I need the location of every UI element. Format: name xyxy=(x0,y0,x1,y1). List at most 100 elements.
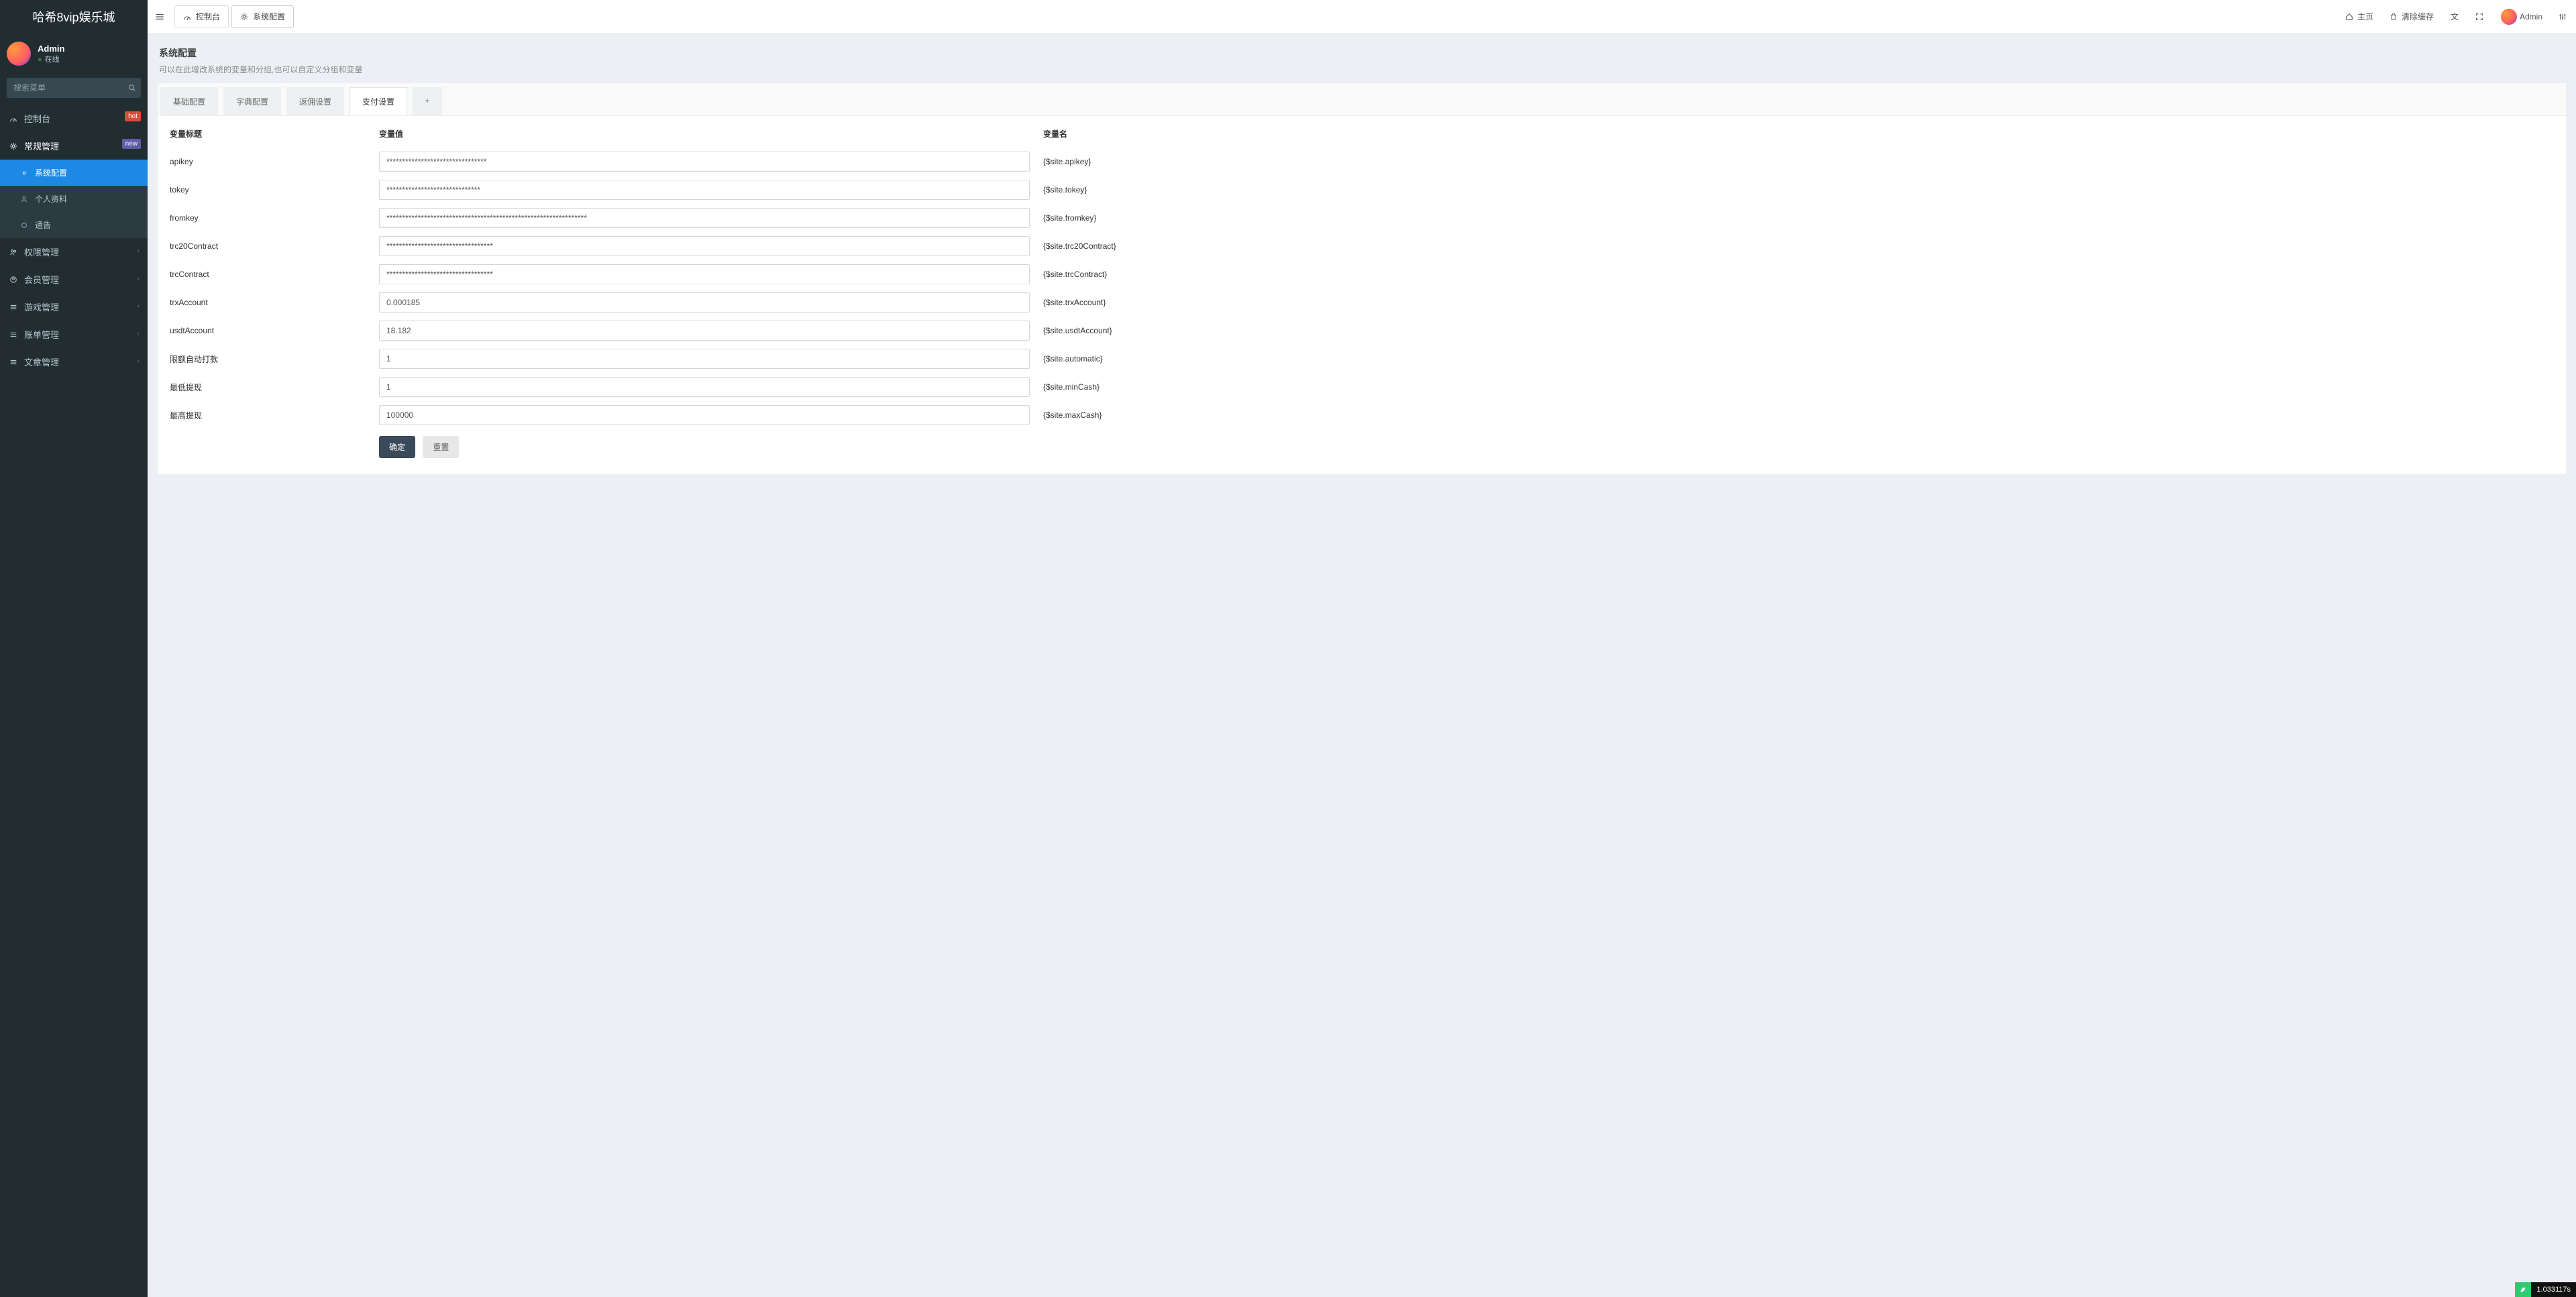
circle-icon xyxy=(20,221,30,229)
row-varname: {$site.trcContract} xyxy=(1036,270,2566,279)
sidebar-user-name: Admin xyxy=(38,44,64,54)
row-value-input[interactable] xyxy=(379,321,1030,341)
row-value-input[interactable] xyxy=(379,236,1030,256)
search-input[interactable] xyxy=(7,78,124,98)
headtab-console[interactable]: 控制台 xyxy=(174,5,229,28)
row-label: apikey xyxy=(158,157,379,166)
list-icon xyxy=(9,303,19,311)
row-value-input[interactable] xyxy=(379,152,1030,172)
sidebar-submenu-general: 系统配置 个人资料 通告 xyxy=(0,160,148,238)
row-label: 最高提现 xyxy=(158,410,379,421)
perf-badge[interactable]: 1.033117s xyxy=(2515,1282,2576,1297)
user-circle-icon xyxy=(9,276,19,284)
content: 系统配置 可以在此增改系统的变量和分组,也可以自定义分组和变量 基础配置 字典配… xyxy=(148,0,2576,1297)
row-value-input[interactable] xyxy=(379,264,1030,284)
bars-icon xyxy=(156,13,165,21)
row-varname: {$site.fromkey} xyxy=(1036,213,2566,223)
sidebar-item-label: 游戏管理 xyxy=(24,300,59,313)
sidebar-menu: 控制台 hot 常规管理 new 系统配置 xyxy=(0,105,148,376)
row-value-input[interactable] xyxy=(379,292,1030,313)
row-value-input[interactable] xyxy=(379,349,1030,369)
row-varname: {$site.trxAccount} xyxy=(1036,298,2566,307)
nav-home[interactable]: 主页 xyxy=(2337,0,2381,34)
sidebar-toggle[interactable] xyxy=(148,0,173,34)
row-varname: {$site.apikey} xyxy=(1036,157,2566,166)
table-row: 最低提现 {$site.minCash} xyxy=(158,373,2566,401)
nav-left: 控制台 系统配置 xyxy=(148,0,295,34)
row-value-input[interactable] xyxy=(379,377,1030,397)
tab-dict[interactable]: 字典配置 xyxy=(223,87,281,115)
nav-language[interactable]: 文 xyxy=(2442,0,2467,34)
nav-right: 主页 清除缓存 文 Admin xyxy=(2337,0,2576,34)
gear-icon xyxy=(240,13,250,21)
row-varname: {$site.minCash} xyxy=(1036,382,2566,392)
trash-icon xyxy=(2390,13,2399,21)
tab-add[interactable]: + xyxy=(413,87,442,115)
row-label: 限额自动打款 xyxy=(158,353,379,365)
table-row: tokey{$site.tokey} xyxy=(158,176,2566,204)
chevron-left-icon: ‹ xyxy=(138,302,140,310)
sidebar-item-general[interactable]: 常规管理 new 系统配置 xyxy=(0,132,148,238)
sidebar-item-console[interactable]: 控制台 hot xyxy=(0,105,148,132)
badge-new: new xyxy=(122,139,141,149)
dashboard-icon xyxy=(183,13,193,21)
row-value-input[interactable] xyxy=(379,208,1030,228)
dashboard-icon xyxy=(9,115,19,123)
sidebar-item-game[interactable]: 游戏管理 ‹ xyxy=(0,293,148,321)
page-description: 可以在此增改系统的变量和分组,也可以自定义分组和变量 xyxy=(159,64,2565,75)
sidebar-item-permission[interactable]: 权限管理 ‹ xyxy=(0,238,148,266)
sidebar-item-label: 通告 xyxy=(35,219,51,231)
row-label: trxAccount xyxy=(158,298,379,307)
tab-pay[interactable]: 支付设置 xyxy=(350,87,407,115)
headtab-sysconfig[interactable]: 系统配置 xyxy=(231,5,294,28)
config-tabs: 基础配置 字典配置 返佣设置 支付设置 + xyxy=(158,83,2566,116)
users-icon xyxy=(9,248,19,256)
expand-icon xyxy=(2475,13,2485,21)
home-icon xyxy=(2345,13,2355,21)
plus-icon: + xyxy=(423,96,432,105)
sidebar-item-member[interactable]: 会员管理 ‹ xyxy=(0,266,148,293)
page-title: 系统配置 xyxy=(159,46,2565,60)
sidebar-item-label: 账单管理 xyxy=(24,328,59,341)
sidebar-item-sysconfig[interactable]: 系统配置 xyxy=(0,160,148,186)
sidebar-user-status: 在线 xyxy=(38,54,64,64)
chevron-left-icon: ‹ xyxy=(138,275,140,282)
table-row: fromkey {$site.fromkey} xyxy=(158,204,2566,232)
row-label: 最低提现 xyxy=(158,382,379,393)
confirm-button[interactable]: 确定 xyxy=(379,436,415,458)
top-navbar: 控制台 系统配置 主页 清除缓存 xyxy=(148,0,2576,34)
tab-rebate[interactable]: 返佣设置 xyxy=(286,87,344,115)
sidebar-item-profile[interactable]: 个人资料 xyxy=(0,186,148,212)
sidebar-item-notice[interactable]: 通告 xyxy=(0,212,148,238)
table-row: usdtAccount {$site.usdtAccount} xyxy=(158,317,2566,345)
perf-time: 1.033117s xyxy=(2531,1282,2576,1297)
row-label: fromkey xyxy=(158,213,379,223)
table-row: 最高提现{$site.maxCash} xyxy=(158,401,2566,429)
tab-basic[interactable]: 基础配置 xyxy=(160,87,218,115)
row-varname: {$site.usdtAccount} xyxy=(1036,326,2566,335)
page-header: 系统配置 可以在此增改系统的变量和分组,也可以自定义分组和变量 xyxy=(158,44,2566,83)
nav-user[interactable]: Admin xyxy=(2493,0,2551,34)
row-value-input[interactable] xyxy=(379,180,1030,200)
chevron-left-icon: ‹ xyxy=(138,247,140,255)
sidebar-item-article[interactable]: 文章管理 ‹ xyxy=(0,348,148,376)
gear-icon xyxy=(9,142,19,150)
nav-clear-cache-label: 清除缓存 xyxy=(2402,11,2434,22)
user-icon xyxy=(20,195,30,203)
sidebar-item-bill[interactable]: 账单管理 ‹ xyxy=(0,321,148,348)
nav-clear-cache[interactable]: 清除缓存 xyxy=(2381,0,2442,34)
th-name: 变量名 xyxy=(1036,128,2566,139)
nav-fullscreen[interactable] xyxy=(2467,0,2493,34)
search-button[interactable] xyxy=(124,78,141,98)
config-form: 变量标题 变量值 变量名 apikey {$site.apikey} tokey{$… xyxy=(158,116,2566,474)
leaf-icon xyxy=(2515,1282,2531,1297)
sidebar-item-label: 权限管理 xyxy=(24,245,59,258)
table-row: 限额自动打款{$site.automatic} xyxy=(158,345,2566,373)
reset-button[interactable]: 重置 xyxy=(423,436,459,458)
nav-settings[interactable] xyxy=(2551,0,2576,34)
row-label: usdtAccount xyxy=(158,326,379,335)
sidebar-user-panel[interactable]: Admin 在线 xyxy=(0,34,148,74)
row-value-input[interactable] xyxy=(379,405,1030,425)
table-header: 变量标题 变量值 变量名 xyxy=(158,120,2566,148)
sidebar-search xyxy=(7,78,141,98)
